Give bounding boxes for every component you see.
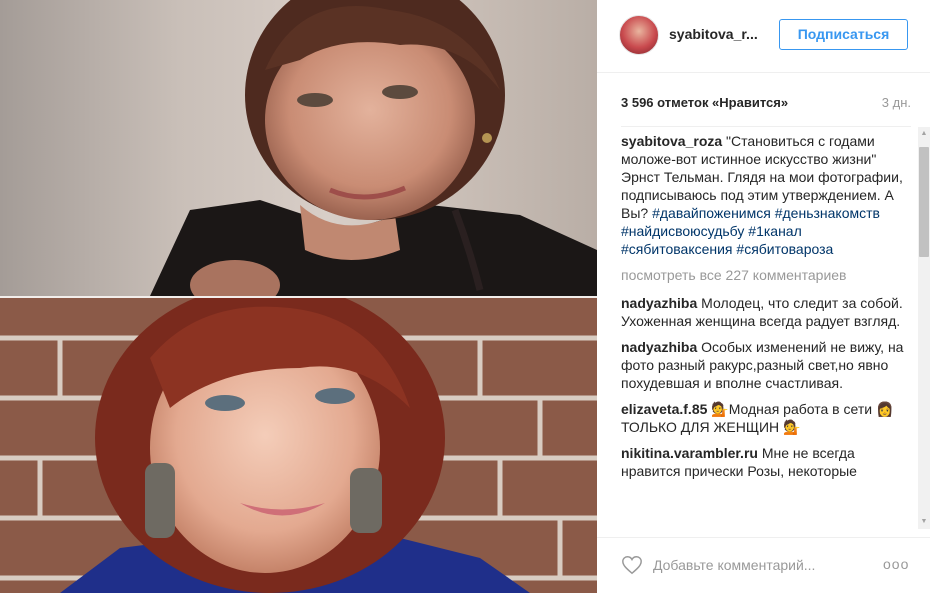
hashtag-link[interactable]: #найдисвоюсудьбу (621, 223, 744, 239)
heart-icon[interactable] (621, 554, 643, 576)
post-time[interactable]: 3 дн. (882, 95, 911, 110)
post-header: syabitova_r... Подписаться (597, 0, 930, 73)
comments-scrollbar[interactable]: ▲ ▼ (918, 127, 930, 529)
divider (621, 126, 911, 127)
caption: syabitova_roza "Становиться с годами мол… (621, 132, 907, 258)
caption-username[interactable]: syabitova_roza (621, 133, 722, 149)
photo-bottom-portrait (0, 298, 597, 593)
comment-username[interactable]: nadyazhiba (621, 295, 697, 311)
scroll-up-arrow-icon[interactable]: ▲ (918, 127, 930, 141)
post-sidebar: syabitova_r... Подписаться 3 596 отметок… (597, 0, 930, 593)
comment-username[interactable]: nadyazhiba (621, 339, 697, 355)
comment-item: nadyazhiba Особых изменений не вижу, на … (621, 338, 907, 392)
username-link[interactable]: syabitova_r... (669, 26, 758, 42)
comment-item: nadyazhiba Молодец, что следит за собой.… (621, 294, 907, 330)
avatar[interactable] (619, 15, 659, 55)
scroll-down-arrow-icon[interactable]: ▼ (918, 515, 930, 529)
comment-footer: ooo (597, 537, 930, 593)
comment-item: nikitina.varambler.ru Мне не всегда нрав… (621, 444, 907, 480)
hashtag-link[interactable]: #деньзнакомств (775, 205, 880, 221)
comments-list: syabitova_roza "Становиться с годами мол… (621, 132, 907, 528)
scroll-thumb[interactable] (919, 147, 929, 257)
likes-count[interactable]: 3 596 отметок «Нравится» (621, 95, 788, 110)
hashtag-link[interactable]: #сябитовароза (736, 241, 833, 257)
photo-top-portrait (0, 0, 597, 296)
comment-username[interactable]: elizaveta.f.85 (621, 401, 707, 417)
hashtag-link[interactable]: #1канал (748, 223, 801, 239)
comment-username[interactable]: nikitina.varambler.ru (621, 445, 758, 461)
follow-button[interactable]: Подписаться (779, 19, 908, 50)
post-photo[interactable] (0, 0, 597, 593)
comment-input[interactable] (653, 555, 853, 575)
hashtag-link[interactable]: #давайпоженимся (652, 205, 771, 221)
view-all-comments-link[interactable]: посмотреть все 227 комментариев (621, 266, 907, 284)
hashtag-link[interactable]: #сябитоваксения (621, 241, 733, 257)
likes-row: 3 596 отметок «Нравится» 3 дн. (621, 95, 911, 113)
comment-item: elizaveta.f.85 💁Модная работа в сети 👩ТО… (621, 400, 907, 436)
more-options-icon[interactable]: ooo (883, 556, 909, 572)
